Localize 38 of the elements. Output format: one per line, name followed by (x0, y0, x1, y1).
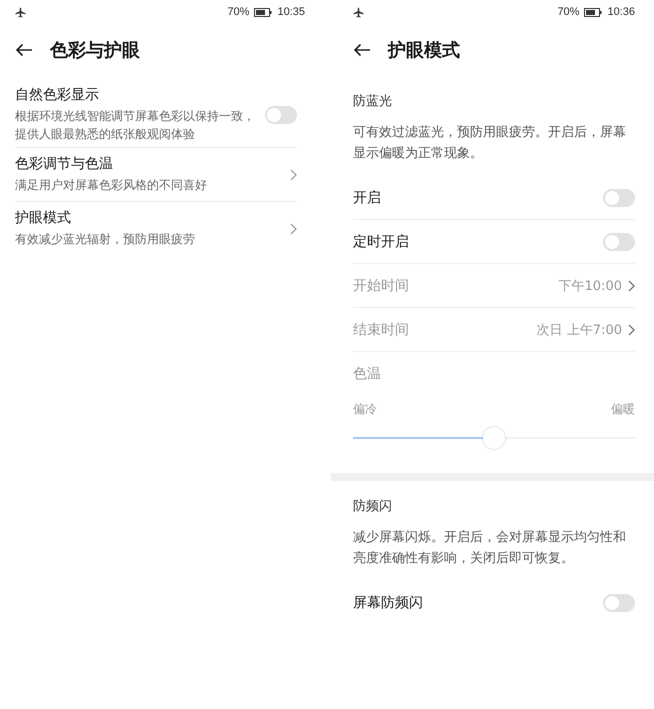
slider-max-label: 偏暖 (611, 401, 635, 418)
toggle-switch[interactable] (265, 106, 297, 124)
setting-description: 根据环境光线智能调节屏幕色彩以保持一致，提供人眼最熟悉的纸张般观阅体验 (15, 108, 256, 143)
toggle-switch[interactable] (603, 188, 635, 206)
toggle-switch[interactable] (603, 594, 635, 612)
back-arrow-icon[interactable] (15, 43, 33, 57)
battery-percent: 70% (557, 6, 580, 18)
setting-title[interactable]: 屏幕防频闪 (353, 594, 603, 612)
status-time: 10:35 (277, 6, 305, 18)
setting-description: 有效减少蓝光辐射，预防用眼疲劳 (15, 231, 196, 248)
airplane-icon (15, 6, 26, 18)
airplane-icon (353, 6, 364, 18)
battery-icon (254, 8, 272, 16)
setting-description: 满足用户对屏幕色彩风格的不同喜好 (15, 177, 208, 194)
setting-title[interactable]: 定时开启 (353, 232, 603, 250)
setting-title: 色温 (353, 364, 382, 382)
setting-title[interactable]: 开启 (353, 188, 603, 206)
chevron-right-icon[interactable] (628, 280, 635, 292)
back-arrow-icon[interactable] (353, 43, 371, 57)
page-title: 护眼模式 (388, 39, 460, 62)
setting-title[interactable]: 自然色彩显示 (15, 86, 265, 104)
setting-title[interactable]: 护眼模式 (15, 209, 290, 227)
chevron-right-icon[interactable] (290, 222, 297, 234)
slider-min-label: 偏冷 (353, 401, 377, 418)
chevron-right-icon[interactable] (290, 168, 297, 180)
setting-value: 次日 上午7:00 (536, 322, 622, 338)
setting-title[interactable]: 色彩调节与色温 (15, 155, 290, 173)
setting-value: 下午10:00 (558, 278, 622, 294)
section-description: 可有效过滤蓝光，预防用眼疲劳。开启后，屏幕显示偏暖为正常现象。 (353, 124, 627, 163)
page-title: 色彩与护眼 (50, 39, 140, 62)
battery-percent: 70% (227, 6, 250, 18)
section-header: 防频闪 (353, 498, 393, 515)
section-header: 防蓝光 (353, 93, 393, 110)
toggle-switch[interactable] (603, 232, 635, 250)
status-time: 10:36 (607, 6, 635, 18)
chevron-right-icon[interactable] (628, 324, 635, 336)
battery-icon (584, 8, 602, 16)
section-description: 减少屏幕闪烁。开启后，会对屏幕显示均匀性和亮度准确性有影响，关闭后即可恢复。 (353, 529, 627, 568)
